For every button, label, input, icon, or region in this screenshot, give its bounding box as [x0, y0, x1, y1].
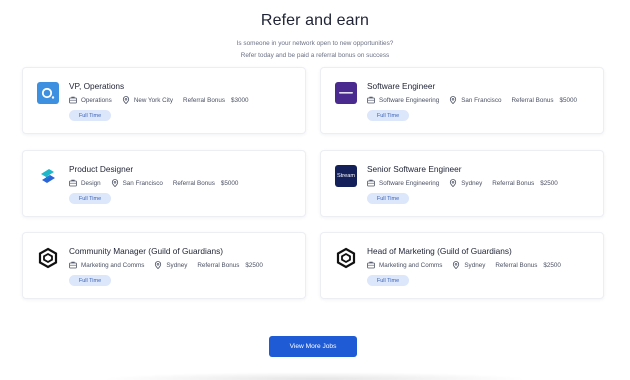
- referral-bonus-amount: $5000: [559, 96, 577, 104]
- job-meta: Software Engineering Sydney Referral Bon…: [367, 178, 558, 188]
- wordmark-logo: [335, 82, 357, 104]
- bottom-divider-shadow: [100, 372, 530, 380]
- job-location: Sydney: [461, 179, 483, 187]
- job-location: Sydney: [166, 261, 188, 269]
- job-department: Design: [81, 179, 101, 187]
- job-department: Operations: [81, 96, 112, 104]
- subtitle-line-2: Refer today and be paid a referral bonus…: [240, 52, 390, 59]
- job-title: Community Manager (Guild of Guardians): [69, 246, 224, 256]
- job-card[interactable]: Stream Senior Software Engineer Software…: [320, 150, 604, 217]
- briefcase-icon: [367, 179, 375, 187]
- job-title: Senior Software Engineer: [367, 164, 462, 174]
- view-more-jobs-button[interactable]: View More Jobs: [269, 336, 357, 357]
- hexagon-logo: [335, 247, 357, 269]
- job-title: VP, Operations: [69, 81, 125, 91]
- chain-links-logo: [37, 165, 59, 187]
- page-subtitle: Is someone in your network open to new o…: [0, 38, 630, 62]
- job-meta: Marketing and Comms Sydney Referral Bonu…: [367, 260, 561, 270]
- briefcase-icon: [69, 179, 77, 187]
- referral-bonus-amount: $5000: [220, 179, 239, 187]
- job-type-badge: Full Time: [69, 110, 111, 121]
- job-location: San Francisco: [122, 179, 163, 187]
- location-pin-icon: [449, 179, 457, 187]
- o-letter-logo: [37, 82, 59, 104]
- referral-bonus-label: Referral Bonus: [492, 179, 535, 187]
- job-title: Product Designer: [69, 164, 134, 174]
- referral-bonus-label: Referral Bonus: [495, 261, 538, 269]
- referral-bonus-amount: $2500: [540, 179, 558, 187]
- job-title: Head of Marketing (Guild of Guardians): [367, 246, 512, 256]
- hexagon-logo: [37, 247, 59, 269]
- location-pin-icon: [122, 96, 130, 104]
- job-type-badge: Full Time: [367, 275, 409, 286]
- job-location: Sydney: [464, 261, 486, 269]
- job-meta: Operations New York City Referral Bonus …: [69, 95, 249, 105]
- job-type-badge: Full Time: [367, 193, 409, 204]
- stream-logo-text: Stream: [336, 173, 356, 179]
- job-type-badge: Full Time: [69, 275, 111, 286]
- subtitle-line-1: Is someone in your network open to new o…: [236, 40, 394, 47]
- referral-bonus-amount: $2500: [245, 261, 263, 269]
- referral-bonus-label: Referral Bonus: [197, 261, 240, 269]
- location-pin-icon: [452, 261, 460, 269]
- referral-bonus-label: Referral Bonus: [511, 96, 554, 104]
- referral-bonus-amount: $3000: [231, 96, 249, 104]
- job-department: Software Engineering: [379, 96, 440, 104]
- job-location: San Francisco: [461, 96, 502, 104]
- job-department: Marketing and Comms: [379, 261, 443, 269]
- job-meta: Marketing and Comms Sydney Referral Bonu…: [69, 260, 263, 270]
- job-type-badge: Full Time: [69, 193, 111, 204]
- referral-bonus-label: Referral Bonus: [183, 96, 226, 104]
- briefcase-icon: [367, 261, 375, 269]
- briefcase-icon: [367, 96, 375, 104]
- page-title: Refer and earn: [260, 12, 370, 29]
- job-meta: Software Engineering San Francisco Refer…: [367, 95, 577, 105]
- stream-logo: Stream: [335, 165, 357, 187]
- job-title: Software Engineer: [367, 81, 436, 91]
- location-pin-icon: [111, 179, 119, 187]
- briefcase-icon: [69, 261, 77, 269]
- job-department: Marketing and Comms: [81, 261, 145, 269]
- job-type-badge: Full Time: [367, 110, 409, 121]
- job-card[interactable]: Product Designer Design San Francisco Re…: [22, 150, 306, 217]
- location-pin-icon: [449, 96, 457, 104]
- job-card[interactable]: VP, Operations Operations New York City …: [22, 67, 306, 134]
- job-card[interactable]: Community Manager (Guild of Guardians) M…: [22, 232, 306, 299]
- briefcase-icon: [69, 96, 77, 104]
- referral-bonus-amount: $2500: [543, 261, 561, 269]
- location-pin-icon: [154, 261, 162, 269]
- job-card[interactable]: Software Engineer Software Engineering S…: [320, 67, 604, 134]
- job-location: New York City: [133, 96, 174, 104]
- job-card[interactable]: Head of Marketing (Guild of Guardians) M…: [320, 232, 604, 299]
- job-department: Software Engineering: [379, 179, 440, 187]
- referral-bonus-label: Referral Bonus: [172, 179, 215, 187]
- job-meta: Design San Francisco Referral Bonus $500…: [69, 178, 238, 188]
